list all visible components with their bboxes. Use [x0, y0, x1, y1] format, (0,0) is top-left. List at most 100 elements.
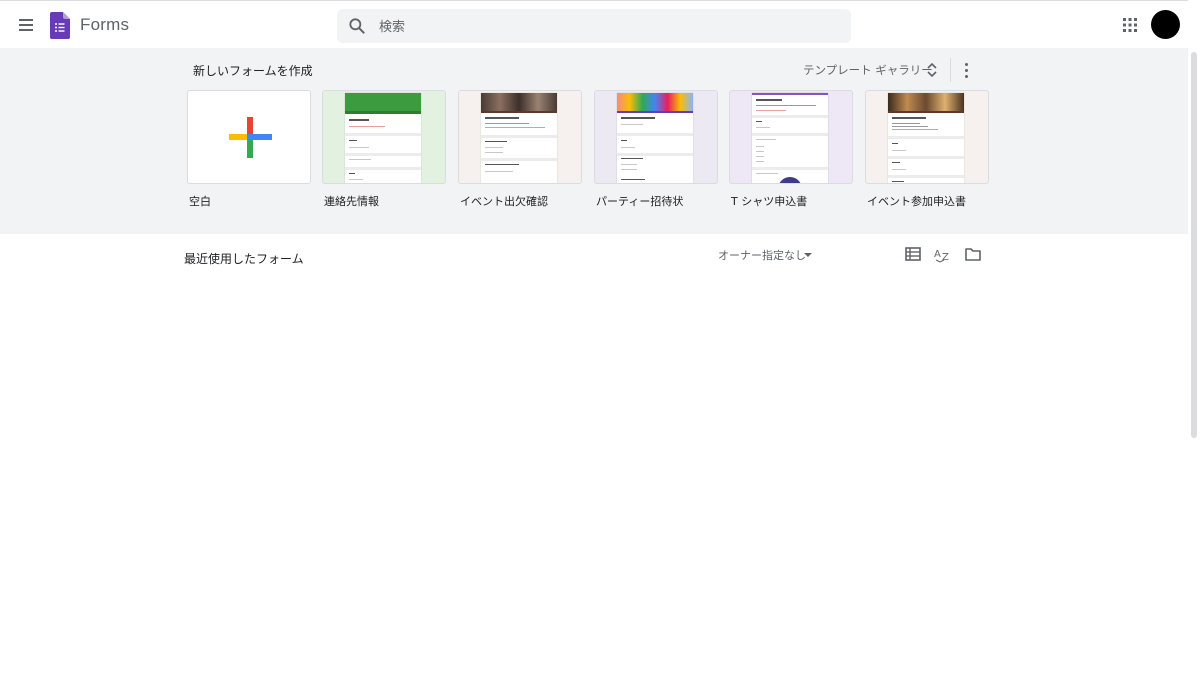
preview-line	[485, 152, 503, 153]
preview-line	[485, 147, 503, 148]
preview-separator	[752, 115, 828, 118]
account-avatar[interactable]	[1151, 10, 1180, 39]
template-party-invite[interactable]: パーティー招待状	[594, 90, 718, 209]
search-box[interactable]	[337, 9, 851, 45]
preview-separator	[752, 167, 828, 170]
template-contact-info[interactable]: 連絡先情報	[322, 90, 446, 209]
app-name[interactable]: Forms	[80, 15, 129, 35]
preview-label	[892, 162, 900, 163]
preview-separator	[481, 158, 557, 161]
preview-line	[485, 127, 545, 128]
sort-az-icon[interactable]: A Z	[934, 245, 952, 263]
owner-filter-dropdown[interactable]: オーナー指定なし	[718, 247, 806, 263]
preview-label	[892, 143, 898, 144]
template-thumbnail[interactable]	[458, 90, 582, 184]
preview-line	[892, 169, 906, 170]
divider	[950, 58, 951, 82]
preview-line	[756, 110, 786, 111]
preview-line	[756, 127, 770, 128]
template-thumbnail[interactable]	[865, 90, 989, 184]
preview-line	[892, 126, 928, 127]
preview-separator	[345, 167, 421, 170]
preview-line	[621, 169, 637, 170]
preview-line	[756, 139, 776, 140]
google-apps-icon[interactable]	[1119, 14, 1141, 36]
preview-separator	[888, 136, 964, 139]
template-label[interactable]: T シャツ申込書	[731, 193, 853, 209]
preview-title	[485, 117, 519, 119]
preview-line	[621, 147, 635, 148]
template-gallery-button[interactable]: テンプレート ギャラリー	[803, 62, 933, 78]
template-tshirt-order[interactable]: T シャツ申込書	[729, 90, 853, 209]
preview-label	[892, 181, 904, 182]
form-preview	[752, 93, 828, 183]
preview-line	[892, 150, 906, 151]
template-thumbnail[interactable]	[729, 90, 853, 184]
accent-bar	[888, 111, 964, 113]
preview-line	[621, 164, 637, 165]
main-menu-icon[interactable]	[14, 13, 38, 37]
template-event-registration[interactable]: イベント参加申込書	[865, 90, 989, 209]
tshirt-image	[778, 177, 802, 183]
banner-image	[617, 93, 693, 111]
template-thumbnail[interactable]	[322, 90, 446, 184]
preview-line	[349, 179, 363, 180]
preview-separator	[481, 135, 557, 138]
template-label[interactable]: イベント参加申込書	[867, 193, 989, 209]
unfold-icon[interactable]	[925, 62, 939, 78]
preview-separator	[888, 175, 964, 178]
preview-line	[892, 129, 938, 130]
search-icon[interactable]	[347, 16, 367, 36]
template-label[interactable]: パーティー招待状	[596, 193, 718, 209]
preview-line	[485, 171, 513, 172]
forms-logo-icon[interactable]	[50, 12, 70, 39]
form-preview	[888, 93, 964, 183]
preview-title	[621, 117, 655, 119]
dropdown-caret-icon[interactable]	[804, 253, 812, 257]
accent-bar	[752, 93, 828, 95]
scrollbar-thumb[interactable]	[1191, 52, 1197, 438]
preview-label	[485, 164, 519, 165]
preview-line	[756, 105, 816, 106]
preview-title	[349, 119, 369, 121]
top-bar: Forms	[0, 0, 1200, 48]
preview-title	[756, 99, 782, 101]
preview-label	[621, 179, 645, 180]
template-label[interactable]: 連絡先情報	[324, 193, 446, 209]
template-label[interactable]: イベント出欠確認	[460, 193, 582, 209]
folder-icon[interactable]	[964, 245, 982, 263]
template-thumbnail[interactable]	[187, 90, 311, 184]
preview-label	[485, 141, 507, 142]
accent-bar	[617, 111, 693, 113]
new-form-heading: 新しいフォームを作成	[193, 64, 313, 78]
form-preview	[345, 93, 421, 183]
more-options-icon[interactable]	[958, 60, 976, 80]
preview-line	[621, 124, 643, 125]
svg-text:A: A	[934, 249, 941, 260]
list-view-icon[interactable]	[904, 245, 922, 263]
preview-label	[756, 121, 762, 122]
template-label[interactable]: 空白	[189, 193, 311, 209]
template-blank[interactable]: 空白	[187, 90, 311, 209]
preview-line	[756, 161, 764, 162]
preview-line	[892, 123, 920, 124]
template-thumbnail[interactable]	[594, 90, 718, 184]
preview-separator	[888, 156, 964, 159]
preview-line	[349, 159, 371, 160]
accent-bar	[345, 111, 421, 114]
preview-separator	[345, 133, 421, 136]
form-preview	[617, 93, 693, 183]
template-event-rsvp[interactable]: イベント出欠確認	[458, 90, 582, 209]
svg-text:Z: Z	[942, 252, 949, 263]
preview-line	[756, 151, 764, 152]
preview-separator	[617, 133, 693, 136]
search-input[interactable]	[377, 9, 841, 45]
preview-line	[349, 126, 385, 127]
banner-image	[481, 93, 557, 111]
accent-bar	[481, 111, 557, 113]
preview-label	[349, 140, 357, 141]
preview-line	[756, 156, 764, 157]
form-preview	[481, 93, 557, 183]
preview-line	[756, 173, 778, 174]
plus-icon	[229, 117, 272, 158]
